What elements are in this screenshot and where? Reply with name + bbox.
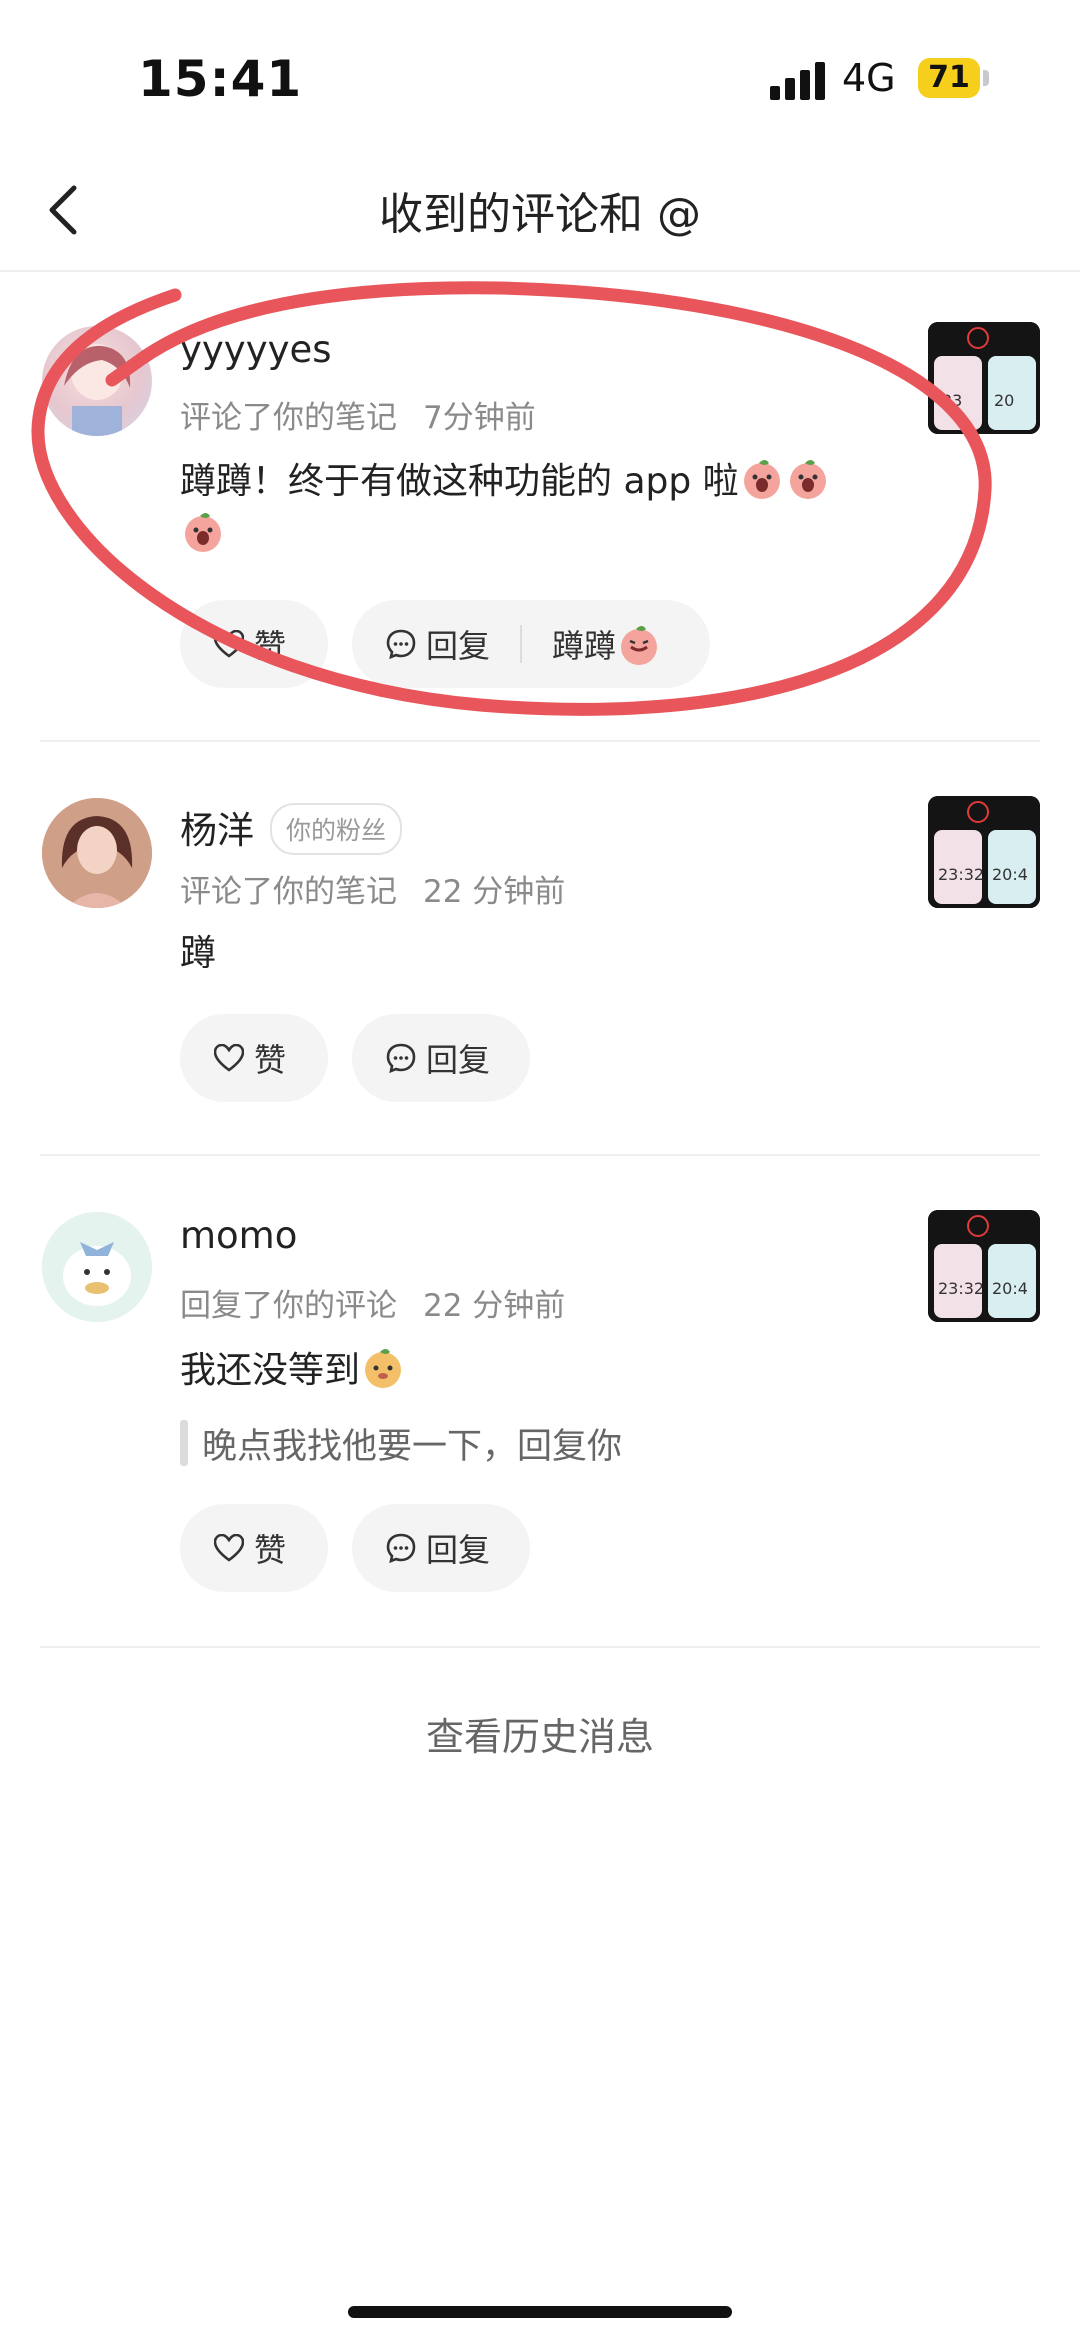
note-thumbnail[interactable]: 23:32 20:4 <box>928 796 1040 908</box>
battery-icon: 71 <box>918 58 980 98</box>
time-ago: 22 分钟前 <box>423 1288 566 1324</box>
item-divider <box>40 740 1040 742</box>
avatar[interactable] <box>42 1212 152 1322</box>
thumbnail-image: 23:32 20:4 <box>928 796 1040 908</box>
comment-meta: 回复了你的评论 22 分钟前 <box>180 1280 591 1325</box>
like-button[interactable]: 赞 <box>180 1014 328 1102</box>
reply-label: 回复 <box>426 1041 491 1079</box>
thumb-time-1: 23:32 <box>938 865 984 884</box>
item-divider <box>40 1646 1040 1648</box>
reply-button[interactable]: 回复 <box>352 1504 530 1592</box>
fan-badge: 你的粉丝 <box>270 803 403 855</box>
comment-icon <box>386 1043 416 1073</box>
comment-icon <box>386 1533 416 1563</box>
like-label: 赞 <box>254 1041 287 1079</box>
avatar-image <box>42 798 152 908</box>
thumb-time-2: 20:4 <box>992 1279 1028 1298</box>
heart-icon <box>214 1534 244 1562</box>
reply-label: 回复 <box>426 1531 491 1569</box>
like-label: 赞 <box>254 1531 287 1569</box>
avatar-image <box>42 1212 152 1322</box>
status-time: 15:41 <box>138 50 303 108</box>
battery-cap <box>983 70 989 86</box>
page-title: 收到的评论和 @ <box>379 189 701 240</box>
peach-emoji-icon <box>360 1344 406 1390</box>
thumb-time-2: 20:4 <box>992 865 1028 884</box>
quote-bar <box>180 1420 188 1466</box>
thumb-time-1: 23:32 <box>938 1279 984 1298</box>
network-label: 4G <box>842 56 896 100</box>
signal-icon <box>770 60 826 100</box>
action-text: 评论了你的笔记 <box>180 874 397 910</box>
comment-meta: 评论了你的笔记 22 分钟前 <box>180 866 591 911</box>
avatar[interactable] <box>42 798 152 908</box>
heart-icon <box>214 1044 244 1072</box>
like-button[interactable]: 赞 <box>180 1504 328 1592</box>
item-divider <box>40 1154 1040 1156</box>
header-divider <box>0 270 1080 272</box>
thumbnail-image: 23:32 20:4 <box>928 1210 1040 1322</box>
time-ago: 22 分钟前 <box>423 874 566 910</box>
comment-text: 我还没等到 <box>180 1344 406 1397</box>
comment-body: 我还没等到 <box>180 1350 361 1391</box>
home-indicator[interactable] <box>348 2306 732 2318</box>
note-thumbnail[interactable]: 23:32 20:4 <box>928 1210 1040 1322</box>
quoted-comment: 晚点我找他要一下，回复你 <box>202 1427 623 1467</box>
view-history-link[interactable]: 查看历史消息 <box>0 1706 1080 1761</box>
red-annotation-circle <box>31 281 992 716</box>
reply-button[interactable]: 回复 <box>352 1014 530 1102</box>
comment-text: 蹲 <box>180 933 217 974</box>
username[interactable]: 杨洋 <box>180 800 254 854</box>
action-text: 回复了你的评论 <box>180 1288 397 1324</box>
username[interactable]: momo <box>180 1214 297 1257</box>
